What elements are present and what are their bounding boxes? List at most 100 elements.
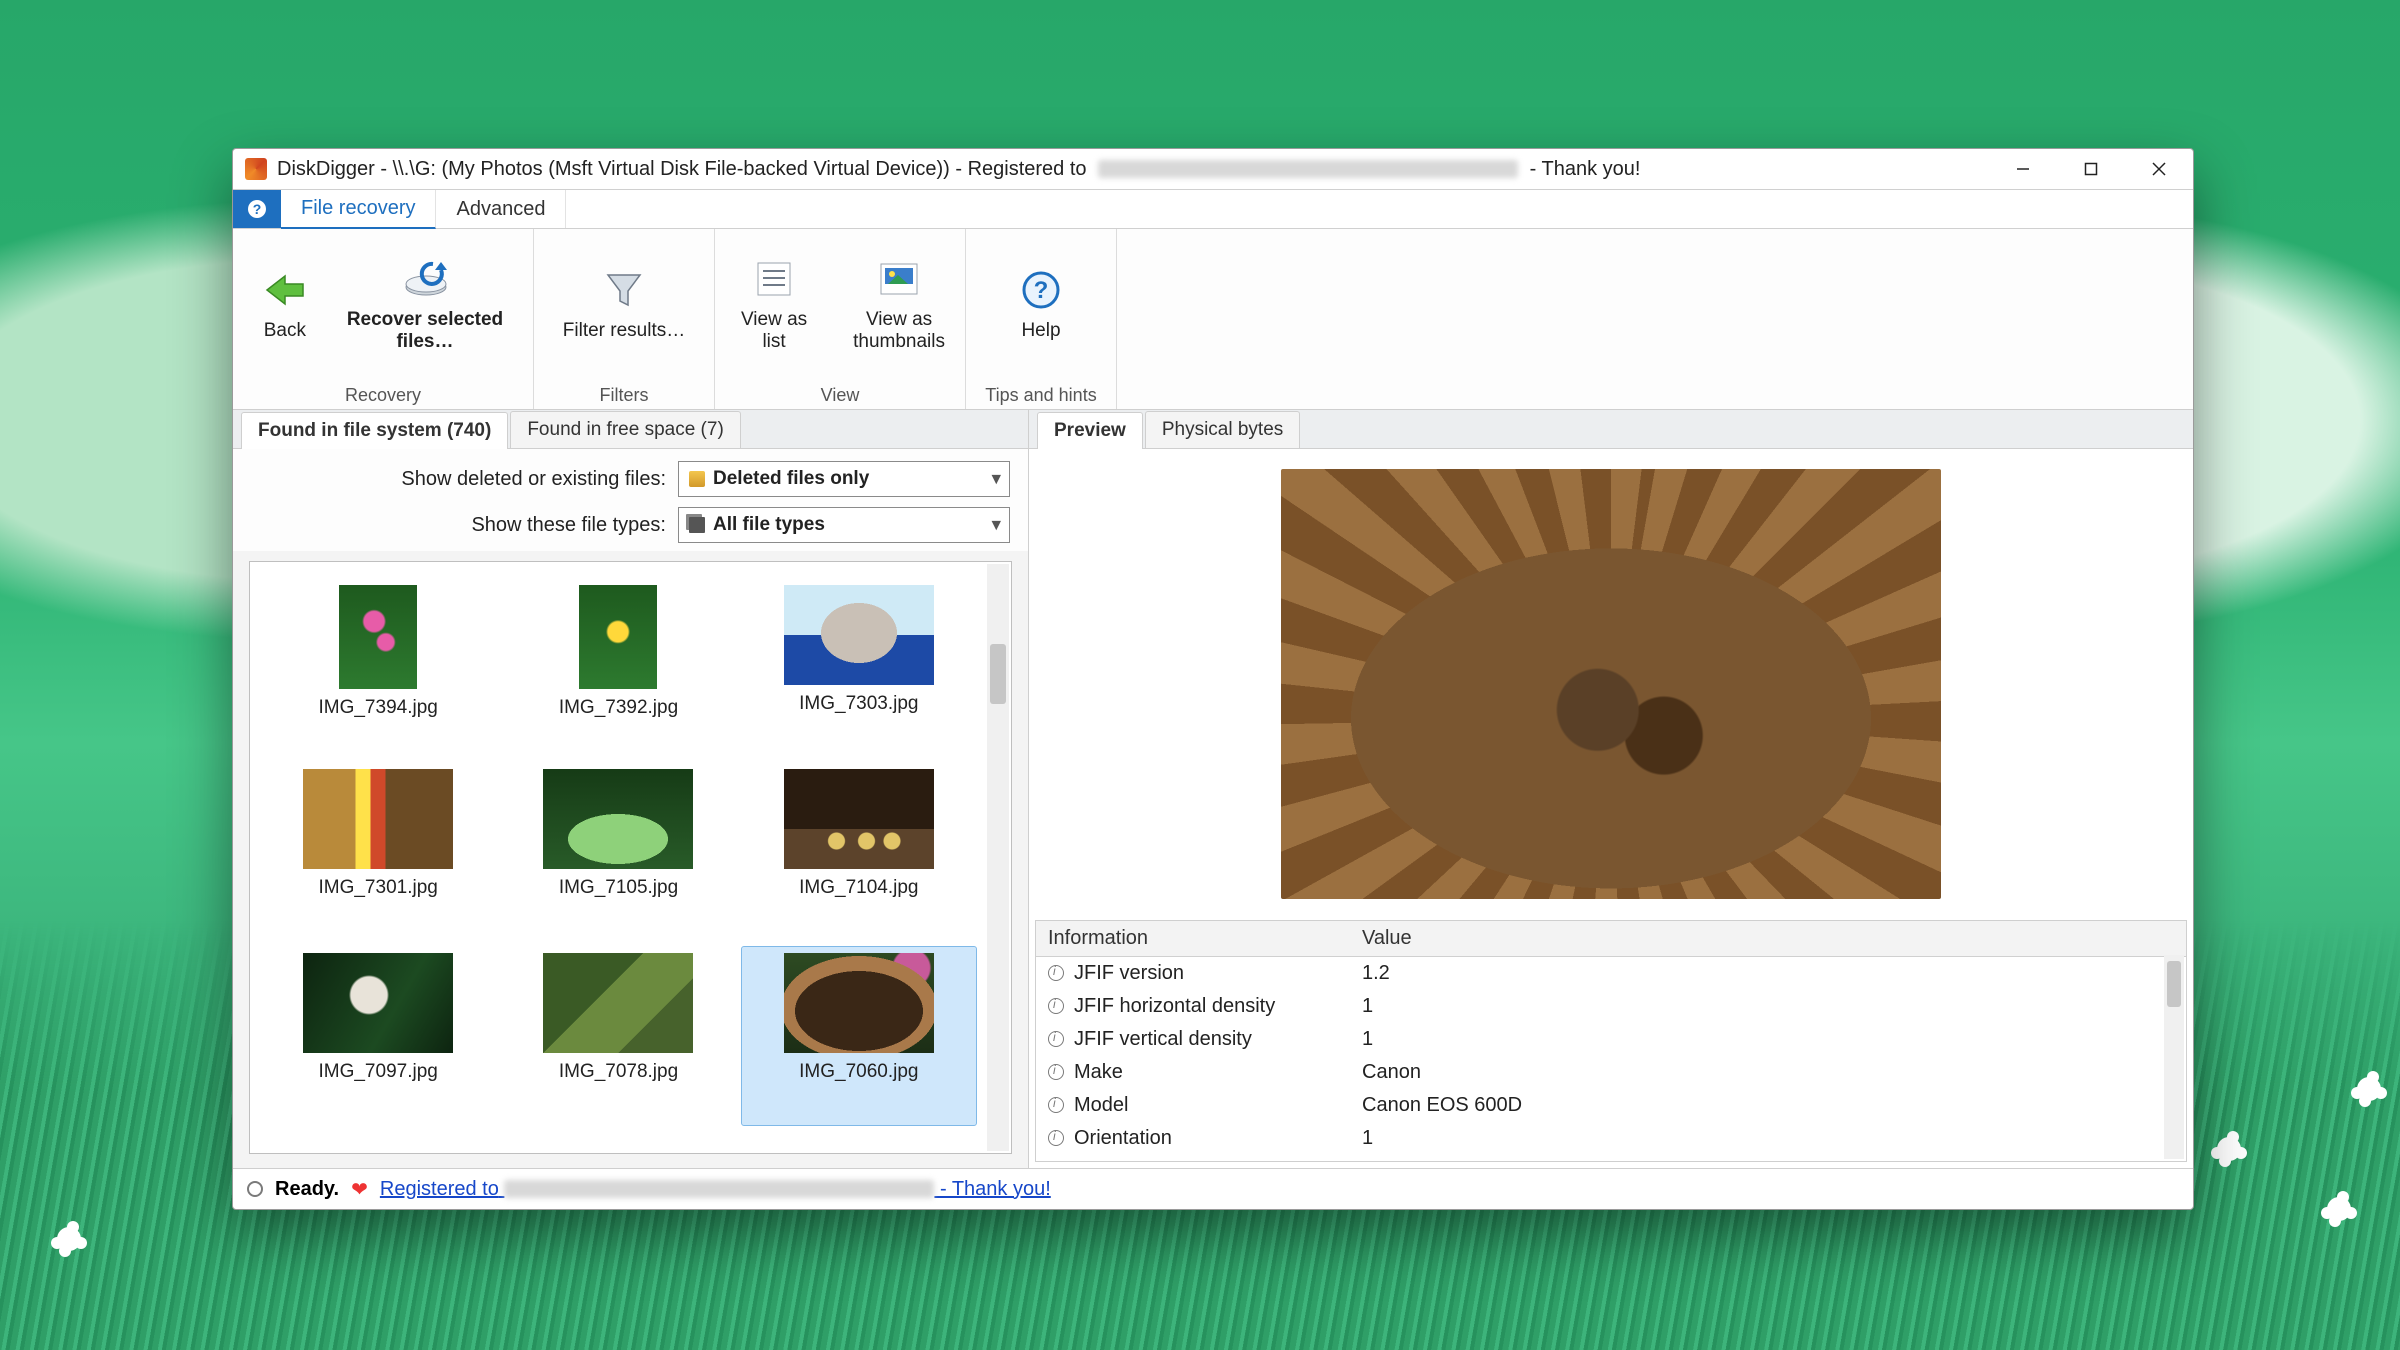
info-header-key[interactable]: Information [1036, 921, 1350, 957]
close-button[interactable] [2125, 149, 2193, 189]
thumbnail-icon [877, 257, 921, 301]
filter-deleted-combo[interactable]: Deleted files only ▾ [678, 461, 1010, 497]
tab-file-recovery[interactable]: File recovery [281, 190, 436, 229]
preview-image-area [1035, 455, 2187, 914]
filter-types-combo[interactable]: All file types ▾ [678, 507, 1010, 543]
thumbnail-item[interactable]: IMG_7104.jpg [741, 762, 977, 942]
info-row[interactable]: ModelCanon EOS 600D [1036, 1089, 2186, 1122]
info-icon [1048, 1130, 1064, 1146]
thumbnail-image [784, 769, 934, 869]
thumbnail-image [339, 585, 417, 689]
status-bar: Ready. ❤ Registered to - Thank you! [233, 1168, 2193, 1209]
status-ready: Ready. [275, 1178, 339, 1201]
thumbnail-filename: IMG_7303.jpg [799, 693, 918, 715]
info-icon [1048, 1097, 1064, 1113]
thumbnail-filename: IMG_7104.jpg [799, 877, 918, 899]
tab-preview[interactable]: Preview [1037, 412, 1143, 449]
tab-found-filesystem[interactable]: Found in file system (740) [241, 412, 508, 449]
heart-icon: ❤ [351, 1177, 368, 1202]
info-icon [1048, 1064, 1064, 1080]
thumbnail-image [784, 585, 934, 685]
menu-tabs: ? File recovery Advanced [233, 190, 2193, 229]
help-button[interactable]: ? Help [999, 258, 1083, 352]
back-arrow-icon [263, 268, 307, 312]
redacted-name [504, 1180, 934, 1198]
minimize-button[interactable] [1989, 149, 2057, 189]
thumbnail-filename: IMG_7105.jpg [559, 877, 678, 899]
svg-text:?: ? [253, 201, 262, 217]
tab-physical-bytes[interactable]: Physical bytes [1145, 411, 1300, 448]
view-as-thumbnails-button[interactable]: View as thumbnails [833, 247, 965, 363]
back-button[interactable]: Back [243, 258, 327, 352]
tab-advanced[interactable]: Advanced [436, 190, 566, 228]
info-row[interactable]: Orientation1 [1036, 1122, 2186, 1155]
filter-results-button[interactable]: Filter results… [543, 258, 705, 352]
chevron-down-icon: ▾ [991, 468, 1001, 491]
info-icon [1048, 998, 1064, 1014]
thumbnail-item[interactable]: IMG_7060.jpg [741, 946, 977, 1126]
preview-image [1281, 469, 1941, 899]
thumbnail-image [303, 769, 453, 869]
funnel-icon [602, 268, 646, 312]
titlebar[interactable]: DiskDigger - \\.\G: (My Photos (Msft Vir… [233, 149, 2193, 190]
files-icon [689, 517, 705, 533]
view-as-list-button[interactable]: View as list [715, 247, 833, 363]
thumbnail-item[interactable]: IMG_7392.jpg [500, 578, 736, 758]
ribbon-group-view: View [715, 381, 965, 409]
thumbnail-grid[interactable]: IMG_7394.jpg IMG_7392.jpg IMG_7303.jpg IMG_… [250, 562, 987, 1153]
thumbnail-filename: IMG_7060.jpg [799, 1061, 918, 1083]
info-table: Information Value JFIF version1.2JFIF ho… [1035, 920, 2187, 1162]
thumbnail-image [579, 585, 657, 689]
maximize-icon [2084, 162, 2098, 176]
thumbnail-item[interactable]: IMG_7105.jpg [500, 762, 736, 942]
thumbnail-image [784, 953, 934, 1053]
help-tab-icon[interactable]: ? [233, 190, 281, 228]
grid-scrollbar[interactable] [987, 564, 1009, 1151]
status-indicator-icon [247, 1181, 263, 1197]
question-circle-icon: ? [247, 199, 267, 219]
info-row[interactable]: JFIF vertical density1 [1036, 1023, 2186, 1056]
thumbnail-filename: IMG_7394.jpg [318, 697, 437, 719]
maximize-button[interactable] [2057, 149, 2125, 189]
filter-types-label: Show these file types: [471, 514, 666, 537]
thumbnail-image [543, 953, 693, 1053]
app-window: DiskDigger - \\.\G: (My Photos (Msft Vir… [232, 148, 2194, 1210]
results-pane: Found in file system (740) Found in free… [233, 410, 1029, 1168]
thumbnail-item[interactable]: IMG_7097.jpg [260, 946, 496, 1126]
info-row[interactable]: JFIF version1.2 [1036, 956, 2186, 990]
info-scrollbar[interactable] [2164, 955, 2184, 1159]
info-row[interactable]: JFIF horizontal density1 [1036, 990, 2186, 1023]
thumbnail-item[interactable]: IMG_7078.jpg [500, 946, 736, 1126]
info-icon [1048, 965, 1064, 981]
ribbon-group-tips: Tips and hints [966, 381, 1116, 409]
thumbnail-filename: IMG_7392.jpg [559, 697, 678, 719]
info-row[interactable]: MakeCanon [1036, 1056, 2186, 1089]
filter-deleted-label: Show deleted or existing files: [401, 468, 666, 491]
thumbnail-item[interactable]: IMG_7303.jpg [741, 578, 977, 758]
thumbnail-image [543, 769, 693, 869]
svg-text:?: ? [1034, 277, 1049, 304]
chevron-down-icon: ▾ [991, 514, 1001, 537]
thumbnail-filename: IMG_7097.jpg [318, 1061, 437, 1083]
close-icon [2151, 161, 2167, 177]
info-header-value[interactable]: Value [1350, 921, 1862, 957]
ribbon: Back Recover selected files… Recovery Fi… [233, 229, 2193, 410]
recover-selected-button[interactable]: Recover selected files… [327, 247, 523, 363]
tab-found-free-space[interactable]: Found in free space (7) [510, 411, 740, 448]
app-icon [245, 158, 267, 180]
registered-link[interactable]: Registered to - Thank you! [380, 1178, 1051, 1200]
folder-icon [689, 471, 705, 487]
thumbnail-filename: IMG_7078.jpg [559, 1061, 678, 1083]
thumbnail-filename: IMG_7301.jpg [318, 877, 437, 899]
redacted-name [1098, 160, 1518, 178]
window-title: DiskDigger - \\.\G: (My Photos (Msft Vir… [277, 158, 1640, 181]
preview-pane: Preview Physical bytes Information Value… [1029, 410, 2193, 1168]
help-icon: ? [1019, 268, 1063, 312]
info-icon [1048, 1031, 1064, 1047]
ribbon-group-recovery: Recovery [233, 381, 533, 409]
list-icon [752, 257, 796, 301]
ribbon-group-filters: Filters [534, 381, 714, 409]
recover-disk-icon [403, 257, 447, 301]
thumbnail-item[interactable]: IMG_7394.jpg [260, 578, 496, 758]
thumbnail-item[interactable]: IMG_7301.jpg [260, 762, 496, 942]
